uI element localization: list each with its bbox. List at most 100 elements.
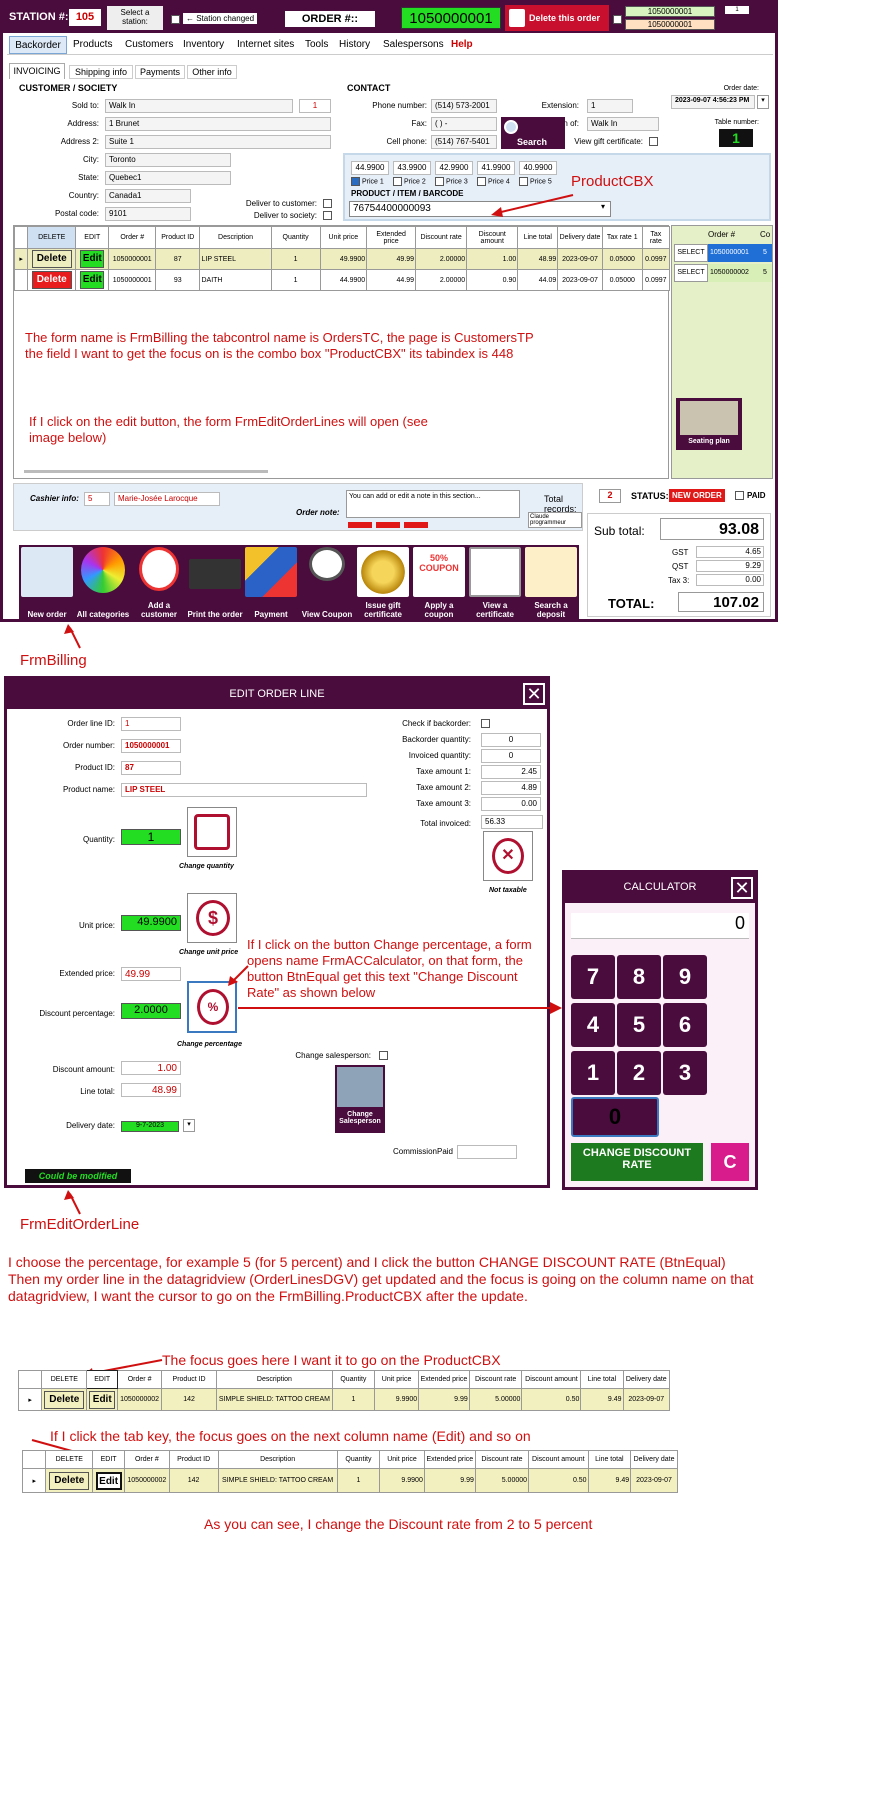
cell[interactable]: 1.00: [466, 248, 519, 270]
cell[interactable]: LIP STEEL: [199, 248, 272, 270]
menu-backorder[interactable]: Backorder: [9, 36, 67, 54]
sold-to-id[interactable]: 1: [299, 99, 331, 113]
close-icon[interactable]: ✕: [523, 683, 545, 705]
gift-cert-checkbox[interactable]: [649, 137, 658, 146]
row-selector[interactable]: [13, 269, 29, 291]
col-tax-rate[interactable]: Tax rate: [641, 226, 671, 249]
cell[interactable]: 1: [331, 1388, 375, 1411]
discount-percentage-field[interactable]: 2.0000: [121, 1003, 181, 1019]
table-row[interactable]: ▸ Delete Edit 1050000001 87 LIP STEEL 1 …: [13, 248, 671, 270]
cell[interactable]: 2023-09-07: [557, 269, 603, 291]
col-delete[interactable]: DELETE: [27, 226, 77, 249]
cell[interactable]: 49.99: [366, 248, 417, 270]
price-3-radio[interactable]: Price 3: [435, 177, 468, 186]
col-quantity[interactable]: Quantity: [331, 1370, 375, 1389]
cell[interactable]: 87: [155, 248, 201, 270]
cell[interactable]: 1050000001: [108, 248, 157, 270]
delete-row-button[interactable]: Delete: [45, 1468, 94, 1493]
delivery-date-field[interactable]: 9-7-2023: [121, 1121, 179, 1132]
col-edit[interactable]: EDIT: [92, 1450, 126, 1469]
col-quantity[interactable]: Quantity: [270, 226, 321, 249]
col-description[interactable]: Description: [217, 1450, 338, 1469]
row-selector[interactable]: ▸: [13, 248, 29, 270]
tab-other-info[interactable]: Other info: [187, 65, 237, 79]
col-discount-amount[interactable]: Discount amount: [466, 226, 519, 249]
col-unit-price[interactable]: Unit price: [319, 226, 368, 249]
col-discount-amount[interactable]: Discount amount: [521, 1370, 582, 1389]
view-certificate-button[interactable]: View a certificate: [467, 545, 523, 621]
menu-customers[interactable]: Customers: [125, 39, 173, 50]
cell[interactable]: 1: [270, 269, 321, 291]
address-field[interactable]: 1 Brunet: [105, 117, 331, 131]
table-row[interactable]: ▸ Delete Edit 1050000002 142 SIMPLE SHIE…: [17, 1388, 671, 1411]
change-quantity-button[interactable]: [187, 807, 237, 857]
key-9[interactable]: 9: [663, 955, 707, 999]
col-line-total[interactable]: Line total: [517, 226, 559, 249]
col-line-total[interactable]: Line total: [580, 1370, 624, 1389]
key-5[interactable]: 5: [617, 1003, 661, 1047]
postal-field[interactable]: 9101: [105, 207, 191, 221]
seating-plan-button[interactable]: Seating plan: [676, 398, 742, 450]
sold-to-combo[interactable]: Walk In: [105, 99, 293, 113]
cell[interactable]: 0.50: [521, 1388, 582, 1411]
col-delivery-date[interactable]: Delivery date: [557, 226, 603, 249]
payment-button[interactable]: Payment: [243, 545, 299, 621]
deliver-society-checkbox[interactable]: [323, 211, 332, 220]
price-4-radio[interactable]: Price 4: [477, 177, 510, 186]
search-button[interactable]: Search: [501, 117, 565, 149]
key-2[interactable]: 2: [617, 1051, 661, 1095]
key-4[interactable]: 4: [571, 1003, 615, 1047]
invoiced-qty-field[interactable]: 0: [481, 749, 541, 763]
clear-button[interactable]: C: [711, 1143, 749, 1181]
new-order-button[interactable]: New order: [19, 545, 75, 621]
cell-field[interactable]: (514) 767-5401: [431, 135, 497, 149]
col-product-id[interactable]: Product ID: [155, 226, 201, 249]
menu-internet-sites[interactable]: Internet sites: [237, 39, 294, 50]
col-order[interactable]: Order #: [124, 1450, 170, 1469]
grid-scrollbar[interactable]: [24, 470, 268, 473]
change-salesperson-button[interactable]: Change Salesperson: [335, 1065, 385, 1133]
tab-shipping[interactable]: Shipping info: [69, 65, 133, 79]
backorder-checkbox[interactable]: [481, 719, 490, 728]
state-field[interactable]: Quebec1: [105, 171, 231, 185]
col-line-total[interactable]: Line total: [587, 1450, 632, 1469]
btn-equal[interactable]: CHANGE DISCOUNT RATE: [571, 1143, 703, 1181]
country-field[interactable]: Canada1: [105, 189, 191, 203]
order-checkbox[interactable]: [613, 15, 622, 24]
table-number[interactable]: 1: [719, 129, 753, 147]
delivery-dropdown-icon[interactable]: ▾: [183, 1119, 195, 1132]
cell[interactable]: 93: [155, 269, 201, 291]
paid-checkbox[interactable]: [735, 491, 744, 500]
cell[interactable]: 2023-09-07: [557, 248, 603, 270]
col-discount-rate[interactable]: Discount rate: [474, 1450, 530, 1469]
tab-invoicing[interactable]: INVOICING: [9, 63, 65, 79]
col-edit[interactable]: EDIT: [75, 226, 110, 249]
col-unit-price[interactable]: Unit price: [379, 1450, 425, 1469]
price-1-radio[interactable]: Price 1: [351, 177, 384, 186]
col-delete[interactable]: DELETE: [45, 1450, 94, 1469]
city-field[interactable]: Toronto: [105, 153, 231, 167]
product-cbx-dropdown-icon[interactable]: ▾: [601, 202, 605, 211]
fax-field[interactable]: ( ) -: [431, 117, 497, 131]
col-delivery-date[interactable]: Delivery date: [622, 1370, 671, 1389]
col-product-id[interactable]: Product ID: [161, 1370, 217, 1389]
col-extended-price[interactable]: Extended price: [423, 1450, 476, 1469]
commission-field[interactable]: [457, 1145, 517, 1159]
cell[interactable]: 1050000002: [124, 1468, 170, 1493]
phone-field[interactable]: (514) 573-2001: [431, 99, 497, 113]
key-3[interactable]: 3: [663, 1051, 707, 1095]
cell[interactable]: 0.50: [528, 1468, 589, 1493]
row-selector[interactable]: ▸: [21, 1468, 47, 1493]
menu-tools[interactable]: Tools: [305, 39, 328, 50]
cell[interactable]: 9.99: [418, 1388, 470, 1411]
cell[interactable]: 142: [161, 1388, 217, 1411]
issue-gift-certificate-button[interactable]: Issue gift certificate: [355, 545, 411, 621]
cell[interactable]: 1: [270, 248, 321, 270]
cell[interactable]: 44.09: [517, 269, 559, 291]
col-order[interactable]: Order #: [108, 226, 157, 249]
cell[interactable]: 9.49: [580, 1388, 624, 1411]
cell[interactable]: 9.99: [423, 1468, 476, 1493]
key-6[interactable]: 6: [663, 1003, 707, 1047]
not-taxable-button[interactable]: ✕: [483, 831, 533, 881]
edit-row-button[interactable]: Edit: [86, 1388, 119, 1411]
